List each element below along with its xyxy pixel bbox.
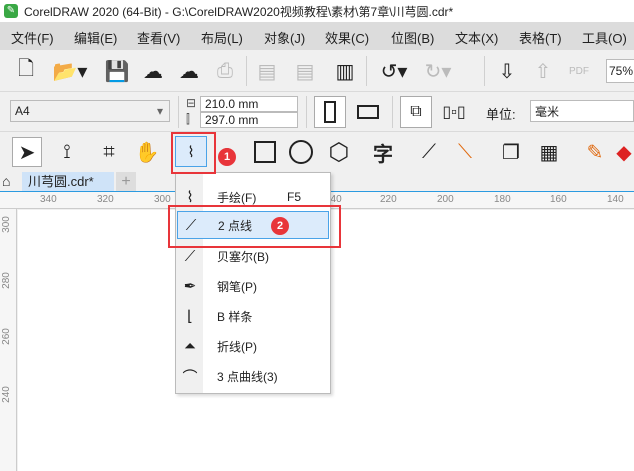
page-size-select[interactable]: A4 ▾ [10, 100, 170, 122]
paste-icon[interactable]: ▥ [332, 58, 358, 84]
drop-shadow-tool-icon[interactable]: ❐ [496, 137, 526, 167]
ruler-label: 220 [380, 194, 397, 205]
ruler-label: 300 [154, 194, 171, 205]
bezier-icon: ⟋ [184, 247, 196, 265]
pen-icon: ✒ [183, 278, 197, 295]
copy-icon[interactable]: ▤ [292, 58, 318, 84]
cut-icon[interactable]: ▤ [254, 58, 280, 84]
menu-view[interactable]: 查看(V) [137, 28, 180, 47]
step-badge-2: 2 [271, 217, 289, 235]
ruler-label: 180 [494, 194, 511, 205]
menu-file[interactable]: 文件(F) [11, 28, 54, 47]
highlight-box-tool [171, 132, 216, 174]
polyline-icon: ⏶ [183, 337, 196, 355]
ruler-label: 300 [0, 216, 12, 233]
new-document-icon[interactable]: 🗋 [12, 58, 40, 84]
all-pages-button[interactable]: ⧉ [400, 96, 432, 128]
crop-tool-icon[interactable]: ⌗ [94, 137, 124, 167]
polygon-tool-icon[interactable]: ⬡ [324, 137, 354, 167]
app-logo-icon: ✎ [4, 4, 18, 18]
tab-document[interactable]: 川芎圆.cdr* [22, 172, 114, 191]
page-height-input[interactable]: 297.0 mm [200, 112, 298, 128]
rectangle-tool-icon[interactable] [250, 137, 280, 167]
add-tab-button[interactable]: + [116, 172, 136, 191]
menu-bar: 文件(F) 编辑(E) 查看(V) 布局(L) 对象(J) 效果(C) 位图(B… [0, 22, 634, 50]
step-badge-1: 1 [218, 148, 236, 166]
current-page-button[interactable]: ▯▫▯ [438, 96, 470, 128]
page-width-input[interactable]: 210.0 mm [200, 96, 298, 112]
fill-tool-icon[interactable]: ◆ [614, 137, 634, 167]
menu-table[interactable]: 表格(T) [519, 28, 562, 47]
print-icon[interactable]: ⎙ [212, 58, 238, 84]
zoom-level-input[interactable]: 75% [606, 59, 634, 83]
transparency-tool-icon[interactable]: ▦ [534, 137, 564, 167]
vertical-ruler: 300 280 260 240 [0, 209, 17, 471]
ruler-label: 200 [437, 194, 454, 205]
menu-bitmaps[interactable]: 位图(B) [391, 28, 434, 47]
cloud-upload-icon[interactable]: ☁ [176, 58, 202, 84]
standard-toolbar: 🗋 📂▾ 💾 ☁ ☁ ⎙ ▤ ▤ ▥ ↺▾ ↻▾ ⇩ ⇧ PDF 75% [0, 50, 634, 92]
menu-layout[interactable]: 布局(L) [201, 28, 243, 47]
menu-tools[interactable]: 工具(O) [582, 28, 627, 47]
highlight-box-menu-item [168, 205, 341, 248]
shape-tool-icon[interactable]: ⟟ [52, 137, 82, 167]
eyedropper-tool-icon[interactable]: ✎ [580, 137, 610, 167]
menu-object[interactable]: 对象(J) [264, 28, 305, 47]
export-icon[interactable]: ⇧ [530, 58, 556, 84]
three-point-curve-icon: ⌒ [182, 368, 198, 386]
open-icon[interactable]: 📂▾ [50, 58, 90, 84]
dimension-tool-icon[interactable]: ⟋ [414, 137, 444, 167]
home-icon[interactable]: ⌂ [2, 173, 10, 189]
connector-tool-icon[interactable]: ⟍ [450, 137, 480, 167]
menu-item-b-spline[interactable]: ⌊ B 样条 [177, 302, 329, 330]
export-pdf-icon[interactable]: PDF [564, 58, 594, 84]
menu-effects[interactable]: 效果(C) [325, 28, 369, 47]
units-select[interactable]: 毫米 [530, 100, 634, 122]
import-icon[interactable]: ⇩ [494, 58, 520, 84]
chevron-down-icon: ▾ [156, 104, 163, 118]
ruler-label: 140 [607, 194, 624, 205]
menu-item-pen[interactable]: ✒ 钢笔(P) [177, 272, 329, 300]
redo-icon[interactable]: ↻▾ [418, 58, 458, 84]
ruler-label: 260 [0, 328, 12, 345]
pan-tool-icon[interactable]: ✋ [132, 137, 162, 167]
cloud-download-icon[interactable]: ☁ [140, 58, 166, 84]
page-width-icon: ⊟ [186, 96, 197, 110]
portrait-button[interactable] [314, 96, 346, 128]
page-height-icon: ⫿ [186, 112, 190, 126]
landscape-button[interactable] [352, 96, 384, 128]
ruler-label: 240 [0, 386, 12, 403]
menu-item-polyline[interactable]: ⏶ 折线(P) [177, 332, 329, 360]
title-bar: ✎ CorelDRAW 2020 (64-Bit) - G:\CorelDRAW… [0, 0, 634, 22]
menu-edit[interactable]: 编辑(E) [74, 28, 117, 47]
pick-tool-icon[interactable]: ➤ [12, 137, 42, 167]
window-title: CorelDRAW 2020 (64-Bit) - G:\CorelDRAW20… [24, 4, 454, 19]
page-size-value: A4 [15, 104, 30, 118]
units-label: 单位: [486, 107, 516, 122]
ellipse-tool-icon[interactable] [286, 137, 316, 167]
menu-text[interactable]: 文本(X) [455, 28, 498, 47]
freehand-icon: ⌇ [186, 189, 194, 206]
ruler-label: 280 [0, 272, 12, 289]
undo-icon[interactable]: ↺▾ [374, 58, 414, 84]
text-tool-icon[interactable]: 字 [368, 137, 398, 167]
menu-item-three-point-curve[interactable]: ⌒ 3 点曲线(3) [177, 362, 329, 390]
b-spline-icon: ⌊ [187, 308, 193, 325]
toolbox: ➤ ⟟ ⌗ ✋ ⌇ ● ⬡ 字 ⟋ ⟍ ❐ ▦ ✎ ◆ [0, 132, 634, 172]
property-bar: A4 ▾ ⊟ ⫿ 210.0 mm 297.0 mm ⧉ ▯▫▯ 单位: 毫米 [0, 92, 634, 132]
ruler-label: 160 [550, 194, 567, 205]
save-icon[interactable]: 💾 [104, 58, 130, 84]
ruler-label: 340 [40, 194, 57, 205]
ruler-label: 320 [97, 194, 114, 205]
